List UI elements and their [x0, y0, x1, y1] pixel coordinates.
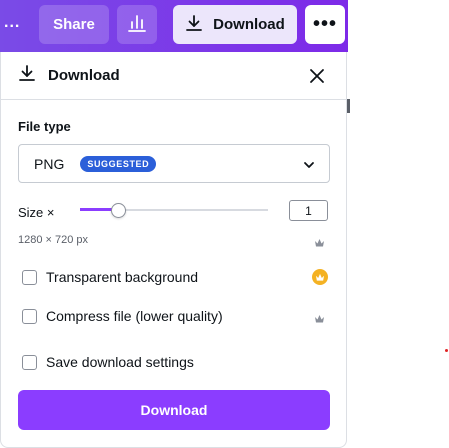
chevron-down-icon — [303, 158, 315, 170]
panel-header: Download — [1, 52, 346, 100]
insights-button[interactable] — [117, 5, 157, 44]
close-icon[interactable] — [308, 67, 326, 85]
compress-file-option[interactable]: Compress file (lower quality) — [22, 307, 223, 325]
download-panel: Download File type PNG SUGGESTED Size × … — [0, 52, 347, 448]
canvas-marker — [445, 349, 448, 352]
dimensions-text: 1280 × 720 px — [18, 234, 89, 246]
share-button-label: Share — [53, 16, 95, 33]
download-button[interactable]: Download — [18, 390, 330, 430]
download-icon — [18, 64, 36, 87]
topbar-download-button[interactable]: Download — [173, 5, 297, 44]
overflow-indicator[interactable]: ... — [4, 14, 20, 32]
bar-chart-icon — [127, 14, 147, 36]
panel-title: Download — [48, 67, 120, 84]
crown-icon — [314, 235, 325, 247]
topbar-download-label: Download — [213, 16, 285, 33]
transparent-background-checkbox[interactable] — [22, 269, 37, 285]
canvas-edge — [347, 99, 350, 113]
save-settings-label: Save download settings — [46, 354, 194, 370]
compress-file-label: Compress file (lower quality) — [46, 308, 223, 324]
transparent-background-label: Transparent background — [46, 269, 199, 285]
crown-icon — [314, 311, 325, 323]
share-button[interactable]: Share — [39, 5, 109, 44]
transparent-background-option[interactable]: Transparent background — [22, 268, 198, 286]
more-options-button[interactable]: ••• — [305, 5, 345, 44]
more-options-icon: ••• — [312, 13, 337, 35]
size-input[interactable]: 1 — [289, 200, 328, 221]
size-label: Size × — [18, 205, 55, 220]
slider-thumb[interactable] — [110, 203, 126, 218]
download-icon — [185, 14, 203, 36]
file-type-value: PNG — [34, 155, 65, 172]
editor-topbar: ... Share Download ••• — [0, 0, 348, 52]
compress-file-checkbox[interactable] — [22, 308, 37, 324]
crown-gold-icon — [312, 269, 328, 285]
download-button-label: Download — [140, 402, 208, 418]
file-type-select[interactable]: PNG SUGGESTED — [18, 144, 330, 183]
save-settings-checkbox[interactable] — [22, 354, 37, 370]
save-settings-option[interactable]: Save download settings — [22, 353, 194, 371]
suggested-badge: SUGGESTED — [80, 155, 157, 172]
size-slider[interactable] — [80, 201, 268, 221]
file-type-label: File type — [18, 119, 71, 134]
